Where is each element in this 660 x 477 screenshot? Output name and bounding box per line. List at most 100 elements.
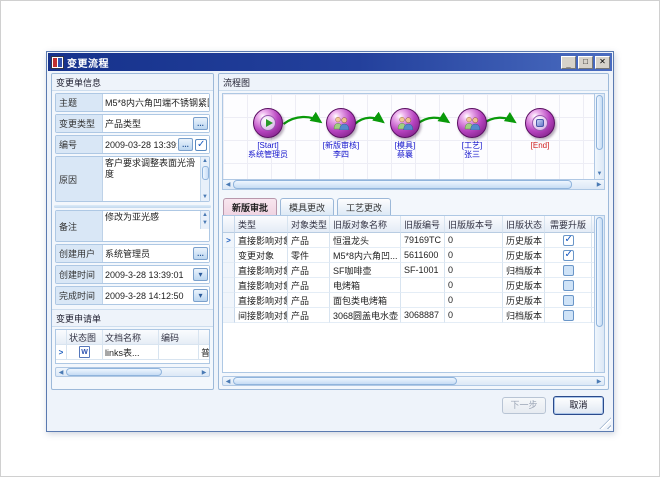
tab-mold-change[interactable]: 模具更改 bbox=[280, 198, 334, 215]
scroll-thumb[interactable] bbox=[596, 95, 603, 150]
need-upgrade-checkbox[interactable] bbox=[563, 235, 574, 246]
resize-grip[interactable] bbox=[599, 417, 611, 429]
cancel-button[interactable]: 取消 bbox=[553, 396, 604, 415]
scroll-right-icon[interactable]: ▶ bbox=[594, 180, 604, 189]
flow-diagram-canvas[interactable]: [Start]系统管理员 [新版审核]李 bbox=[223, 94, 594, 179]
flow-node-review[interactable]: [新版审核]李四 bbox=[309, 108, 373, 159]
table-row[interactable]: 间接影响对象 产品 3068圆盖电水壶 3068887 0 归档版本 bbox=[223, 308, 594, 323]
flow-vscrollbar[interactable]: ▼ bbox=[594, 94, 604, 179]
create-time-input[interactable]: 2009-3-28 13:39:01 bbox=[103, 269, 192, 281]
need-upgrade-column-header[interactable]: 需要升版 bbox=[545, 216, 592, 233]
scroll-down-icon[interactable]: ▼ bbox=[202, 219, 208, 227]
need-upgrade-checkbox[interactable] bbox=[563, 280, 574, 291]
flow-hscrollbar[interactable]: ◀ ▶ bbox=[223, 179, 604, 189]
flow-node-mold[interactable]: [模具]蔡襄 bbox=[373, 108, 437, 159]
next-button[interactable]: 下一步 bbox=[502, 397, 546, 414]
approval-table-vscrollbar[interactable] bbox=[594, 216, 604, 372]
create-time-label: 创建时间 bbox=[56, 266, 103, 283]
need-upgrade-checkbox[interactable] bbox=[563, 310, 574, 321]
title-bar[interactable]: 变更流程 _ □ ✕ bbox=[48, 53, 612, 71]
scroll-up-icon[interactable]: ▲ bbox=[202, 211, 208, 219]
finish-time-input[interactable]: 2009-3-28 14:12:50 bbox=[103, 290, 192, 302]
close-button[interactable]: ✕ bbox=[595, 56, 610, 69]
scroll-thumb[interactable] bbox=[66, 368, 162, 376]
old-status-column-header[interactable]: 旧版状态 bbox=[503, 216, 545, 233]
number-input[interactable]: 2009-03-28 13:39:01 bbox=[103, 139, 177, 151]
change-type-input[interactable]: 产品类型 bbox=[103, 116, 192, 131]
scroll-left-icon[interactable]: ◀ bbox=[223, 180, 233, 189]
old-version-cell: 0 bbox=[445, 308, 503, 323]
finish-time-field-row: 完成时间 2009-3-28 14:12:50 bbox=[55, 286, 210, 305]
change-type-browse-button[interactable]: ... bbox=[193, 117, 208, 130]
flow-node-start[interactable]: [Start]系统管理员 bbox=[236, 108, 300, 159]
need-upgrade-cell bbox=[545, 233, 592, 248]
old-status-cell: 归档版本 bbox=[503, 263, 545, 278]
row-indicator bbox=[223, 308, 235, 323]
need-upgrade-checkbox[interactable] bbox=[563, 295, 574, 306]
row-indicator bbox=[223, 263, 235, 278]
approval-table: 类型 对象类型 旧版对象名称 旧版编号 旧版版本号 旧版状态 需要升版 新版 >… bbox=[223, 216, 594, 372]
table-row[interactable]: > 直接影响对象 产品 恒温龙头 79169TC 0 历史版本 bbox=[223, 233, 594, 248]
type-cell: 间接影响对象 bbox=[235, 308, 288, 323]
create-time-dropdown-button[interactable] bbox=[193, 268, 208, 281]
row-indicator-header bbox=[223, 216, 235, 233]
scroll-thumb[interactable] bbox=[596, 217, 603, 327]
table-row[interactable]: 变更对象 零件 M5*8内六角凹... 5611600 0 历史版本 M5*8 bbox=[223, 248, 594, 263]
scroll-up-icon[interactable]: ▲ bbox=[202, 157, 208, 165]
need-upgrade-checkbox[interactable] bbox=[563, 265, 574, 276]
maximize-button[interactable]: □ bbox=[578, 56, 593, 69]
approval-table-hscrollbar[interactable]: ◀ ▶ bbox=[222, 376, 605, 386]
number-checkbox[interactable] bbox=[195, 139, 207, 151]
desktop: 变更流程 _ □ ✕ 变更单信息 主题 M5*8内六角凹端不锈钢紧固螺钉 变更类… bbox=[0, 0, 660, 477]
table-row[interactable]: 直接影响对象 产品 SF咖啡壶 SF-1001 0 归档版本 SF咖 bbox=[223, 263, 594, 278]
type-cell: 直接影响对象 bbox=[235, 293, 288, 308]
old-name-cell: 恒温龙头 bbox=[330, 233, 401, 248]
request-table-hscrollbar[interactable]: ◀ ▶ bbox=[55, 367, 210, 377]
doc-name-column-header[interactable]: 文档名称 bbox=[103, 330, 159, 345]
scroll-thumb[interactable] bbox=[202, 166, 209, 180]
status-icon-column-header[interactable]: 状态图 bbox=[67, 330, 103, 345]
row-indicator bbox=[223, 278, 235, 293]
status-cell bbox=[67, 345, 103, 360]
object-type-column-header[interactable]: 对象类型 bbox=[288, 216, 330, 233]
scroll-down-icon[interactable]: ▼ bbox=[595, 170, 604, 179]
scroll-left-icon[interactable]: ◀ bbox=[56, 368, 66, 376]
tab-craft-change[interactable]: 工艺更改 bbox=[337, 198, 391, 215]
request-form-table: 状态图 文档名称 编码 > links表... 普通 bbox=[55, 329, 210, 364]
need-upgrade-cell bbox=[545, 263, 592, 278]
need-upgrade-checkbox[interactable] bbox=[563, 250, 574, 261]
reason-scrollbar[interactable]: ▲ ▼ bbox=[200, 157, 209, 201]
reason-textarea[interactable]: 客户要求调整表面光滑度 bbox=[103, 157, 209, 181]
number-field-row: 编号 2009-03-28 13:39:01 ... bbox=[55, 135, 210, 154]
request-table-row[interactable]: > links表... 普通 bbox=[56, 345, 209, 360]
scroll-thumb[interactable] bbox=[233, 180, 572, 189]
table-row[interactable]: 直接影响对象 产品 面包类电烤箱 0 历史版本 bbox=[223, 293, 594, 308]
flow-node-end[interactable]: [End] bbox=[508, 108, 572, 150]
end-node-icon bbox=[525, 108, 555, 138]
number-browse-button[interactable]: ... bbox=[178, 138, 193, 151]
old-name-column-header[interactable]: 旧版对象名称 bbox=[330, 216, 401, 233]
type-column-header[interactable]: 类型 bbox=[235, 216, 288, 233]
subject-input[interactable]: M5*8内六角凹端不锈钢紧固螺钉 bbox=[103, 95, 209, 110]
object-type-cell: 零件 bbox=[288, 248, 330, 263]
code-column-header[interactable]: 编码 bbox=[159, 330, 199, 345]
minimize-button[interactable]: _ bbox=[561, 56, 576, 69]
reason-field-row: 原因 客户要求调整表面光滑度 ▲ ▼ bbox=[55, 156, 210, 202]
remarks-scrollbar[interactable]: ▲ ▼ bbox=[200, 211, 209, 229]
flow-node-craft[interactable]: [工艺]张三 bbox=[440, 108, 504, 159]
scroll-left-icon[interactable]: ◀ bbox=[223, 377, 233, 385]
create-user-browse-button[interactable]: ... bbox=[193, 247, 208, 260]
remarks-textarea[interactable]: 修改为亚光感 bbox=[103, 211, 209, 224]
scroll-right-icon[interactable]: ▶ bbox=[199, 368, 209, 376]
create-user-input[interactable]: 系统管理员 bbox=[103, 246, 192, 261]
scroll-down-icon[interactable]: ▼ bbox=[202, 193, 208, 201]
old-version-column-header[interactable]: 旧版版本号 bbox=[445, 216, 503, 233]
old-code-cell bbox=[401, 293, 445, 308]
scroll-thumb[interactable] bbox=[233, 377, 457, 385]
finish-time-dropdown-button[interactable] bbox=[193, 289, 208, 302]
doc-name-cell: links表... bbox=[103, 345, 159, 360]
table-row[interactable]: 直接影响对象 产品 电烤箱 0 历史版本 bbox=[223, 278, 594, 293]
scroll-right-icon[interactable]: ▶ bbox=[594, 377, 604, 385]
old-code-column-header[interactable]: 旧版编号 bbox=[401, 216, 445, 233]
tab-new-version-approval[interactable]: 新版审批 bbox=[223, 198, 277, 215]
